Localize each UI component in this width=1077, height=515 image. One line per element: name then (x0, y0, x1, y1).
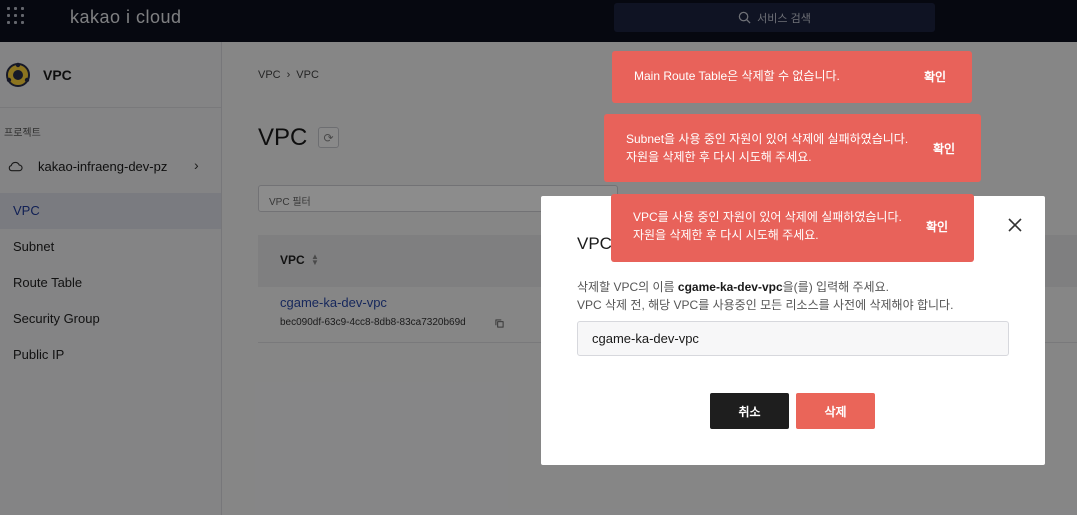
delete-button[interactable]: 삭제 (796, 393, 875, 429)
toast-line: 자원을 삭제한 후 다시 시도해 주세요. (633, 228, 819, 242)
error-toast: Subnet을 사용 중인 자원이 있어 삭제에 실패하였습니다. 자원을 삭제한… (604, 114, 981, 182)
modal-description: 삭제할 VPC의 이름 cgame-ka-dev-vpc을(를) 입력해 주세요… (577, 278, 889, 295)
toast-line: VPC를 사용 중인 자원이 있어 삭제에 실패하였습니다. (633, 210, 902, 224)
toast-confirm-button[interactable]: 확인 (924, 68, 946, 85)
toast-line: Subnet을 사용 중인 자원이 있어 삭제에 실패하였습니다. (626, 132, 909, 146)
close-icon[interactable] (1007, 217, 1023, 233)
toast-message: Main Route Table은 삭제할 수 없습니다. (634, 67, 840, 85)
toast-confirm-button[interactable]: 확인 (933, 140, 955, 157)
desc-suffix: 을(를) 입력해 주세요. (782, 280, 889, 294)
error-toast: Main Route Table은 삭제할 수 없습니다. 확인 (612, 51, 972, 103)
desc-vpc-name: cgame-ka-dev-vpc (677, 280, 783, 294)
toast-line: 자원을 삭제한 후 다시 시도해 주세요. (626, 150, 812, 164)
desc-prefix: 삭제할 VPC의 이름 (577, 280, 678, 294)
modal-warning: VPC 삭제 전, 해당 VPC를 사용중인 모든 리소스를 사전에 삭제해야 … (577, 298, 954, 312)
cancel-button[interactable]: 취소 (710, 393, 789, 429)
toast-confirm-button[interactable]: 확인 (926, 218, 948, 235)
error-toast: VPC를 사용 중인 자원이 있어 삭제에 실패하였습니다. 자원을 삭제한 후 … (611, 194, 974, 262)
toast-line: Main Route Table은 삭제할 수 없습니다. (634, 69, 840, 83)
confirm-name-input[interactable] (577, 321, 1009, 356)
toast-message: VPC를 사용 중인 자원이 있어 삭제에 실패하였습니다. 자원을 삭제한 후 … (633, 208, 902, 244)
modal-title: VPC (577, 234, 612, 253)
toast-message: Subnet을 사용 중인 자원이 있어 삭제에 실패하였습니다. 자원을 삭제한… (626, 130, 908, 166)
